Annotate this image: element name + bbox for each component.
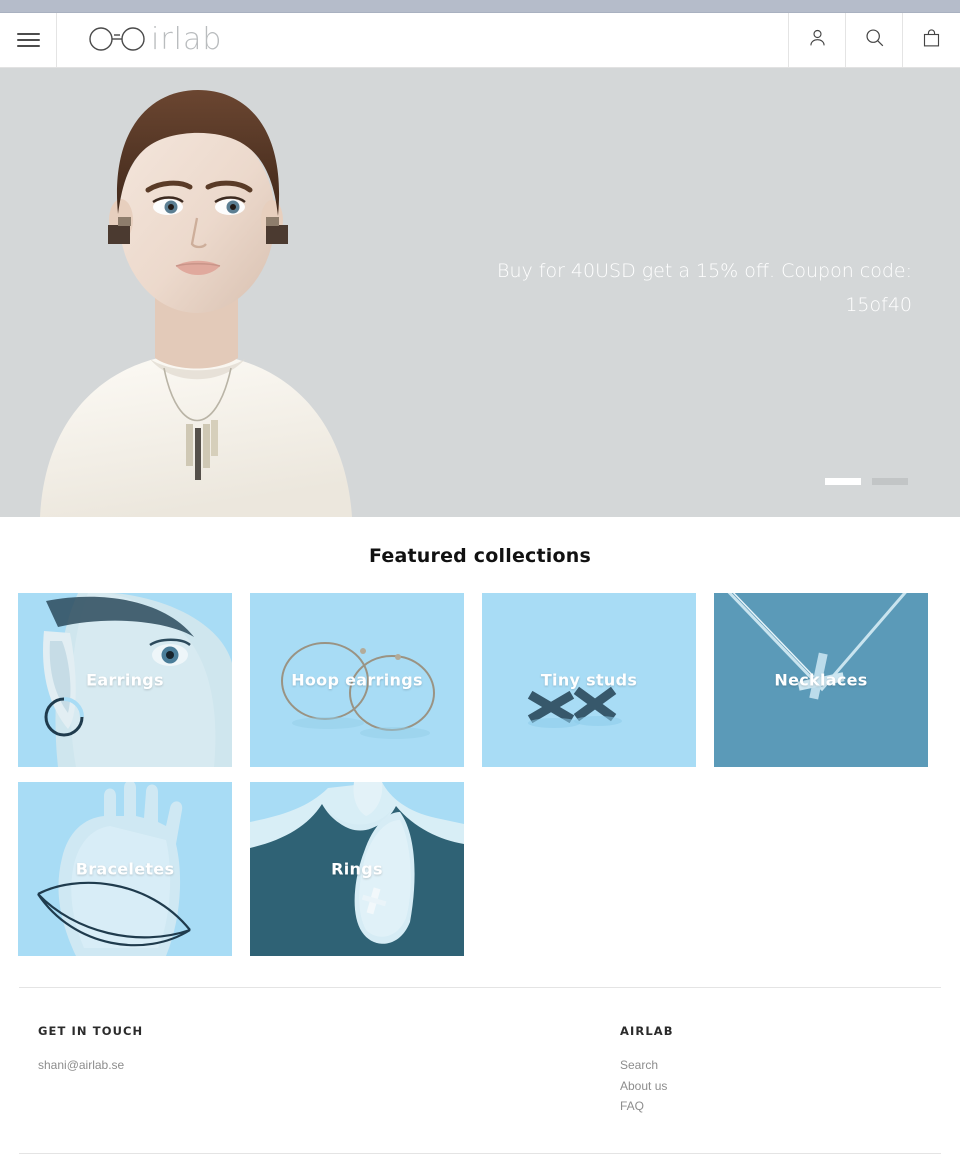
collection-label: Hoop earrings (291, 670, 423, 690)
airlab-oo-logo-mark (88, 23, 150, 58)
site-header: irlab (0, 13, 960, 68)
contact-email[interactable]: shani@airlab.se (38, 1055, 620, 1075)
collection-label: Braceletes (75, 859, 175, 879)
site-logo[interactable]: irlab (57, 13, 789, 67)
hero-model-photo (0, 68, 400, 517)
collection-tile-tiny-studs[interactable]: Tiny studs (482, 593, 696, 767)
account-button[interactable] (789, 13, 846, 67)
hero-promo-line-1: Buy for 40USD get a 15% off. Coupon code… (497, 260, 912, 282)
footer-contact-column: GET IN TOUCH shani@airlab.se (38, 1024, 620, 1117)
footer-link-about-us[interactable]: About us (620, 1076, 922, 1097)
hamburger-menu-button[interactable] (0, 13, 57, 67)
section-title: Featured collections (369, 545, 591, 567)
footer-bottom-bar: © airlaboratory / Powered by Shopify Pay… (0, 1154, 960, 1169)
featured-collections-section: Featured collections Earrings Hoop earri… (0, 517, 960, 971)
collections-grid: Earrings Hoop earrings Tiny studs Neckla… (0, 593, 960, 971)
browser-chrome-strip (0, 0, 960, 13)
search-magnifier-icon (864, 27, 885, 53)
slider-dot-1[interactable] (825, 478, 861, 485)
get-in-touch-heading: GET IN TOUCH (38, 1024, 144, 1038)
search-button[interactable] (846, 13, 903, 67)
collection-tile-necklaces[interactable]: Necklaces (714, 593, 928, 767)
collection-tile-hoop-earrings[interactable]: Hoop earrings (250, 593, 464, 767)
shopping-bag-icon (921, 27, 942, 54)
hamburger-menu-icon (16, 29, 40, 51)
hero-promo-line-2: 15of40 (845, 294, 912, 316)
footer-link-faq[interactable]: FAQ (620, 1096, 922, 1117)
collection-label: Necklaces (774, 670, 868, 690)
slider-pagination (825, 478, 908, 485)
footer-link-search[interactable]: Search (620, 1055, 922, 1076)
collection-tile-braceletes[interactable]: Braceletes (18, 782, 232, 956)
collection-label: Rings (331, 859, 383, 879)
slider-dot-2[interactable] (872, 478, 908, 485)
account-person-icon (807, 27, 828, 53)
collection-tile-rings[interactable]: Rings (250, 782, 464, 956)
site-footer: GET IN TOUCH shani@airlab.se AIRLAB Sear… (0, 988, 960, 1117)
hero-promo-text: Buy for 40USD get a 15% off. Coupon code… (492, 254, 912, 322)
collection-tile-earrings[interactable]: Earrings (18, 593, 232, 767)
collection-label: Tiny studs (540, 670, 638, 690)
logo-text: irlab (151, 22, 223, 57)
footer-links-column: AIRLAB Search About us FAQ (620, 1024, 922, 1117)
hero-slider: Buy for 40USD get a 15% off. Coupon code… (0, 68, 960, 517)
airlab-heading: AIRLAB (620, 1024, 674, 1038)
cart-button[interactable] (903, 13, 960, 67)
collection-label: Earrings (86, 670, 164, 690)
